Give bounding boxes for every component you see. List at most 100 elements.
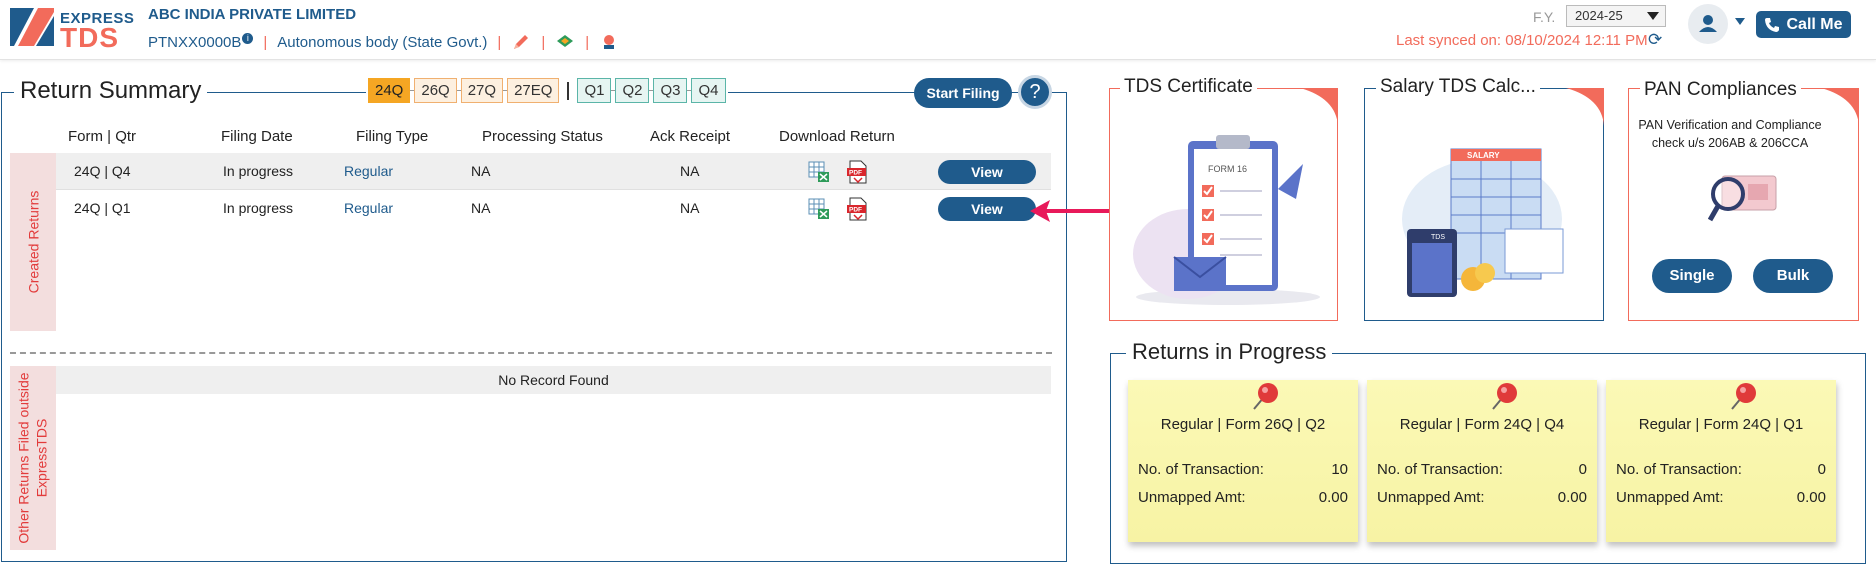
section-divider (10, 352, 1052, 354)
transaction-label: No. of Transaction: (1616, 461, 1742, 478)
filing-type-link[interactable]: Regular (344, 200, 393, 216)
unmapped-amount: 0.00 (1796, 489, 1826, 506)
unmapped-label: Unmapped Amt: (1616, 489, 1724, 506)
fy-select[interactable]: 2024-25 (1566, 5, 1666, 27)
transaction-label: No. of Transaction: (1377, 461, 1503, 478)
filing-date-cell: In progress (223, 163, 294, 179)
pushpin-icon (1253, 383, 1278, 410)
help-icon[interactable]: ? (1018, 75, 1052, 109)
logo-tds-text: TDS (60, 22, 119, 53)
pan-card-search-icon (1708, 175, 1777, 222)
created-returns-tab: Created Returns (10, 153, 56, 331)
form-quarter-tabs: 24Q 26Q 27Q 27EQ Q1 Q2 Q3 Q4 (366, 78, 728, 103)
tab-24q[interactable]: 24Q (368, 78, 411, 103)
tab-q1[interactable]: Q1 (577, 78, 612, 103)
tds-certificate-card[interactable]: FORM 16 (1109, 88, 1338, 321)
unmapped-amount: 0.00 (1318, 489, 1348, 506)
svg-text:PDF: PDF (849, 170, 862, 177)
svg-text:PDF: PDF (849, 207, 862, 214)
pan-number: PTNXX0000B i (148, 33, 254, 51)
transaction-label: No. of Transaction: (1138, 461, 1264, 478)
chevron-down-icon (1647, 12, 1659, 20)
note-title: Regular | Form 26Q | Q2 (1160, 416, 1326, 433)
other-returns-label-line1: Other Returns Filed outside (16, 372, 33, 544)
call-me-button[interactable]: Call Me (1756, 11, 1851, 38)
pdf-download-icon[interactable]: PDF (846, 197, 868, 221)
divider: | (497, 33, 502, 51)
tab-27q[interactable]: 27Q (460, 78, 504, 103)
other-returns-tab: Other Returns Filed outside ExpressTDS (10, 366, 56, 550)
pan-compliances-title: PAN Compliances (1640, 79, 1801, 101)
transaction-count: 0 (1817, 461, 1826, 478)
unmapped-amount: 0.00 (1557, 489, 1587, 506)
other-returns-label-line2: ExpressTDS (34, 418, 51, 498)
table-row: 24Q | Q4 In progress Regular NA NA PDF V… (56, 153, 1051, 189)
last-synced-text: Last synced on: 08/10/2024 12:11 PM (1396, 32, 1648, 49)
divider: | (585, 33, 590, 51)
user-menu-caret-icon[interactable] (1735, 18, 1745, 25)
transaction-count: 0 (1578, 461, 1587, 478)
table-row: 24Q | Q1 In progress Regular NA NA PDF V… (56, 189, 1051, 225)
form-qtr-cell: 24Q | Q1 (74, 200, 131, 216)
gst-emblem-icon[interactable] (555, 32, 575, 52)
ack-receipt-cell: NA (680, 200, 700, 216)
note-title: Regular | Form 24Q | Q4 (1399, 416, 1565, 433)
form-qtr-cell: 24Q | Q4 (74, 163, 131, 179)
processing-status-cell: NA (471, 200, 491, 216)
tab-q2[interactable]: Q2 (615, 78, 650, 103)
traces-emblem-icon[interactable] (599, 32, 619, 52)
transaction-count: 10 (1331, 461, 1348, 478)
entity-type: Autonomous body (State Govt.) (277, 33, 488, 51)
card-corner-icon (1300, 88, 1338, 126)
pan-description-line1: PAN Verification and Compliance (1638, 118, 1822, 132)
col-form-qtr: Form | Qtr (68, 128, 137, 145)
unmapped-label: Unmapped Amt: (1377, 489, 1485, 506)
info-icon[interactable]: i (242, 33, 254, 44)
col-ack-receipt: Ack Receipt (650, 128, 731, 145)
salary-tds-calc-card[interactable]: SALARY TDS (1364, 88, 1604, 321)
expresstds-logo[interactable]: EXPRESS TDS (8, 6, 134, 53)
returns-in-progress-title: Returns in Progress (1126, 339, 1333, 365)
tds-label: TDS (1431, 234, 1445, 241)
col-filing-type: Filing Type (356, 128, 429, 145)
tab-q3[interactable]: Q3 (653, 78, 688, 103)
progress-note-card[interactable]: Regular | Form 26Q | Q2 No. of Transacti… (1128, 380, 1358, 542)
unmapped-label: Unmapped Amt: (1138, 489, 1246, 506)
view-button[interactable]: View (938, 197, 1036, 221)
processing-status-cell: NA (471, 163, 491, 179)
refresh-icon[interactable]: ⟳ (1648, 31, 1666, 49)
pan-compliances-description: PAN Verification and Compliance check u/… (1630, 116, 1830, 152)
phone-icon (1765, 17, 1780, 32)
logo-mark-icon (10, 8, 54, 46)
pointer-arrow-icon (1030, 200, 1112, 222)
note-title: Regular | Form 24Q | Q1 (1638, 416, 1804, 433)
start-filing-button[interactable]: Start Filing (914, 78, 1012, 108)
tab-group-divider (567, 81, 570, 100)
single-button[interactable]: Single (1652, 259, 1732, 293)
pan-text: PTNXX0000B (148, 34, 242, 51)
progress-note-card[interactable]: Regular | Form 24Q | Q1 No. of Transacti… (1606, 380, 1836, 542)
tab-26q[interactable]: 26Q (414, 78, 457, 103)
ack-receipt-cell: NA (680, 163, 700, 179)
excel-download-icon[interactable] (808, 198, 830, 220)
company-details: PTNXX0000B i | Autonomous body (State Gov… (148, 32, 619, 52)
tab-q4[interactable]: Q4 (691, 78, 726, 103)
other-returns-label: Other Returns Filed outside ExpressTDS (15, 372, 51, 543)
bulk-button[interactable]: Bulk (1753, 259, 1833, 293)
no-record-message: No Record Found (56, 366, 1051, 394)
salary-label: SALARY (1467, 151, 1500, 160)
user-avatar[interactable] (1688, 4, 1728, 44)
user-icon (1699, 15, 1717, 32)
view-button[interactable]: View (938, 160, 1036, 184)
created-returns-label: Created Returns (25, 190, 41, 294)
filing-type-link[interactable]: Regular (344, 163, 393, 179)
form16-illustration-icon: FORM 16 (1133, 135, 1320, 305)
company-name: ABC INDIA PRIVATE LIMITED (148, 6, 357, 23)
pdf-download-icon[interactable]: PDF (846, 160, 868, 184)
call-me-label: Call Me (1786, 15, 1843, 33)
excel-download-icon[interactable] (808, 161, 830, 183)
tds-certificate-title: TDS Certificate (1120, 76, 1257, 98)
tab-27eq[interactable]: 27EQ (507, 78, 560, 103)
edit-pencil-icon[interactable] (511, 32, 531, 52)
progress-note-card[interactable]: Regular | Form 24Q | Q4 No. of Transacti… (1367, 380, 1597, 542)
